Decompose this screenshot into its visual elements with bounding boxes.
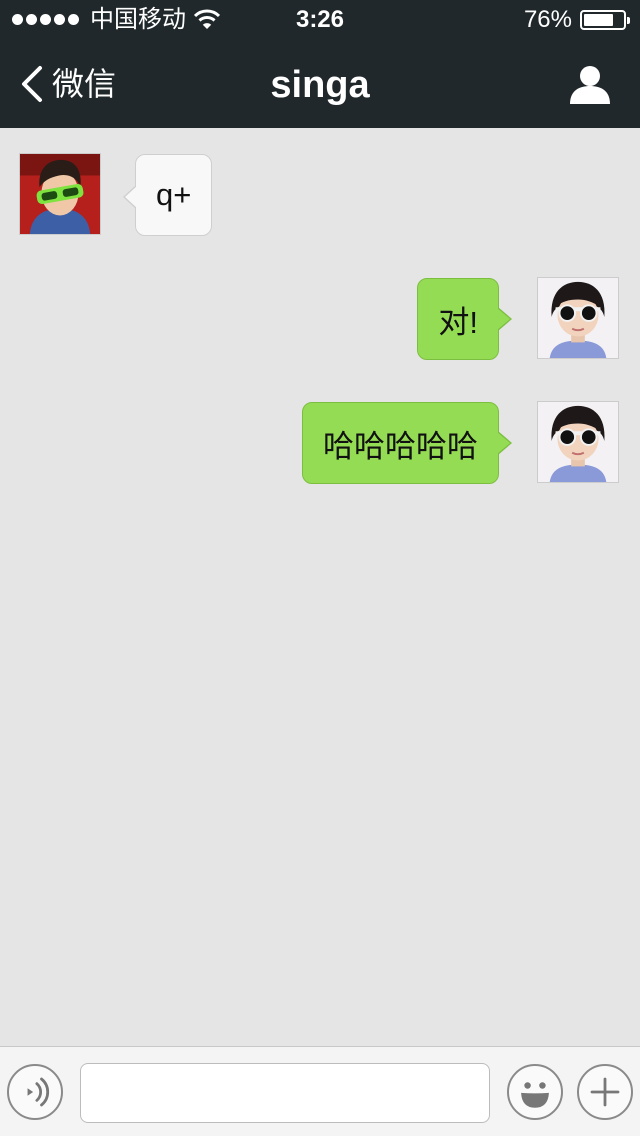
my-avatar-image <box>538 278 618 358</box>
battery-percentage: 76% <box>523 6 572 33</box>
plus-icon <box>590 1077 620 1107</box>
my-avatar[interactable] <box>537 277 619 359</box>
outgoing-message-bubble[interactable]: 对! <box>417 278 512 360</box>
more-button[interactable] <box>577 1064 633 1120</box>
outgoing-message-bubble[interactable]: 哈哈哈哈哈 <box>302 402 512 484</box>
contact-avatar-image <box>20 154 100 234</box>
message-text: q+ <box>156 177 192 212</box>
voice-icon <box>27 1077 50 1107</box>
chat-message-list[interactable]: q+ 对! 哈哈哈哈哈 <box>0 128 640 1046</box>
smiley-icon <box>521 1082 549 1108</box>
message-text-field[interactable] <box>80 1063 490 1123</box>
battery-icon <box>580 10 630 30</box>
chat-title: singa <box>270 64 370 106</box>
emoji-button[interactable] <box>507 1064 563 1120</box>
voice-button[interactable] <box>7 1064 63 1120</box>
message-input-bar <box>0 1046 640 1136</box>
navigation-bar: 微信 singa <box>0 40 640 128</box>
my-avatar[interactable] <box>537 401 619 483</box>
person-icon[interactable] <box>568 64 612 104</box>
message-text: 对! <box>438 304 478 340</box>
contact-avatar[interactable] <box>19 153 101 235</box>
message-text: 哈哈哈哈哈 <box>323 428 478 464</box>
status-bar: 中国移动 3:26 76% <box>0 0 640 40</box>
my-avatar-image <box>538 402 618 482</box>
incoming-message-bubble[interactable]: q+ <box>122 154 213 236</box>
